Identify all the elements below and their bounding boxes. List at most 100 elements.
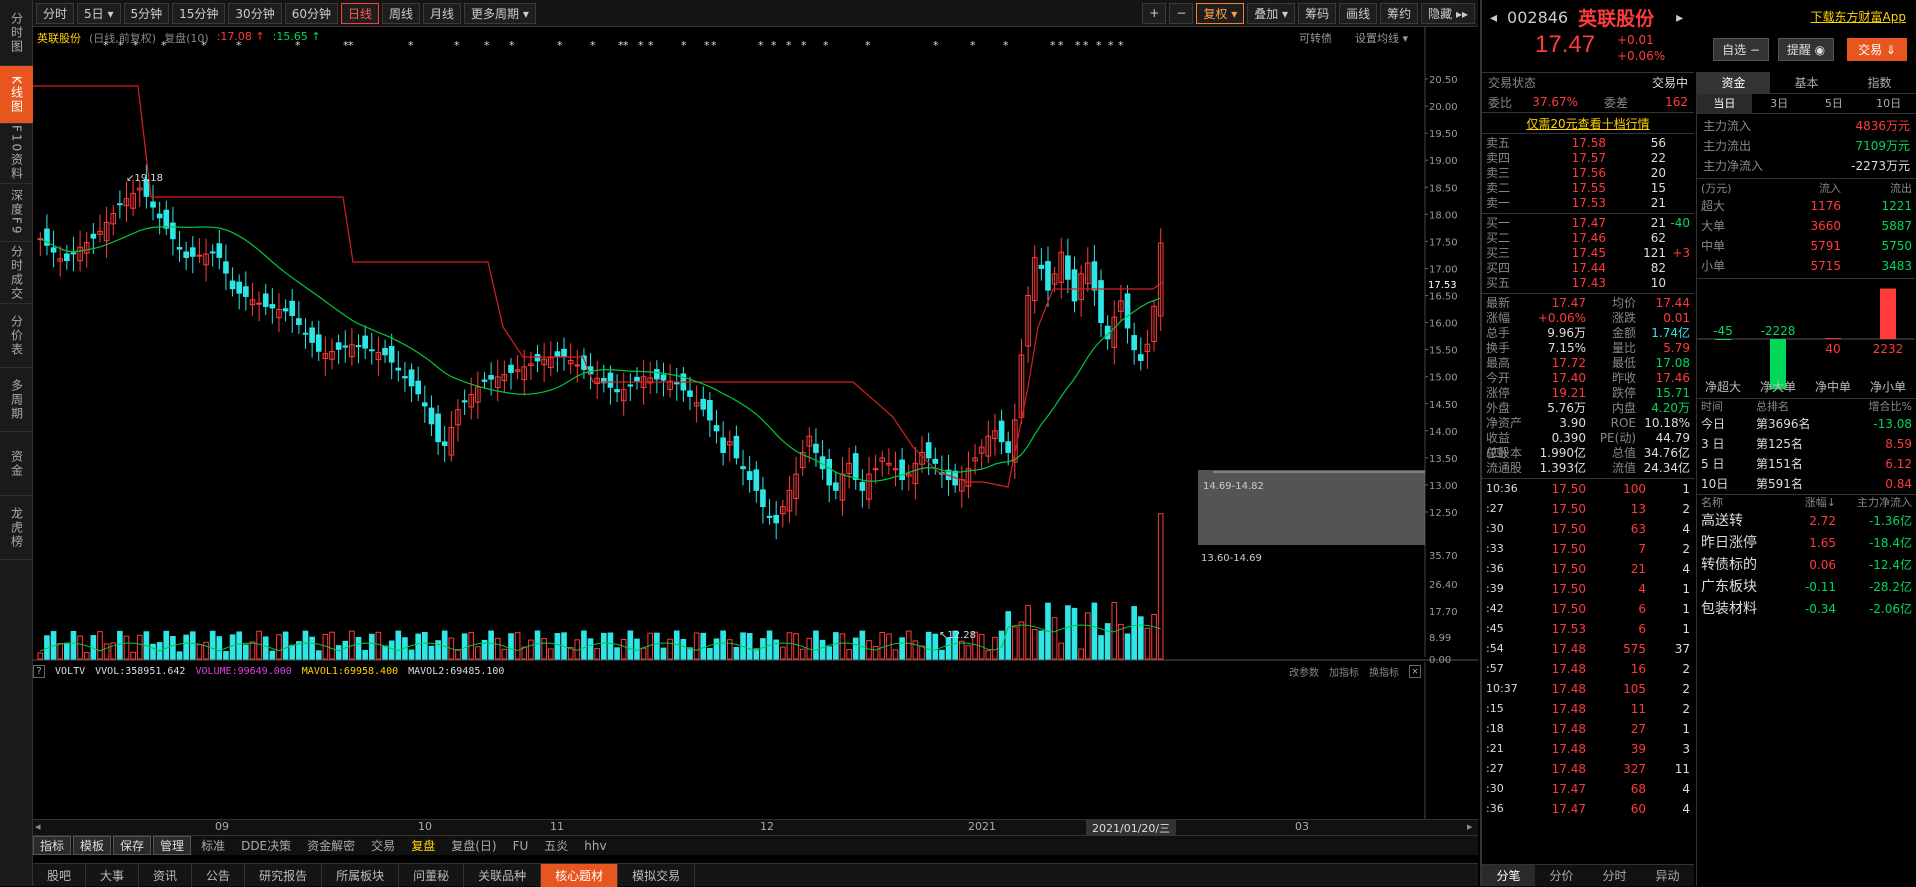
fund-tab-fund[interactable]: 资金 bbox=[1697, 72, 1770, 93]
subtab-3d[interactable]: 3日 bbox=[1752, 94, 1807, 113]
scroll-right-icon[interactable]: ▸ bbox=[1467, 820, 1473, 833]
period-15min[interactable]: 15分钟 bbox=[172, 2, 226, 24]
period-5day[interactable]: 5日 ▾ bbox=[77, 2, 121, 24]
nav-trades[interactable]: 分时成交 bbox=[0, 242, 33, 304]
period-daily[interactable]: 日线 bbox=[340, 2, 379, 24]
tab-guba[interactable]: 股吧 bbox=[33, 864, 87, 887]
period-5min[interactable]: 5分钟 bbox=[123, 2, 170, 24]
tick-tab-alerts[interactable]: 异动 bbox=[1641, 865, 1694, 886]
switch-indicator-button[interactable]: 换指标 bbox=[1369, 664, 1399, 679]
next-stock-icon[interactable]: ▸ bbox=[1676, 10, 1683, 26]
draw-button[interactable]: 画线 bbox=[1339, 2, 1378, 24]
concept-row[interactable]: 转债标的 0.06 -12.4亿 bbox=[1697, 554, 1916, 576]
candle-body bbox=[315, 334, 322, 352]
tick-tab-trades[interactable]: 分笔 bbox=[1482, 865, 1535, 886]
tick-price: 17.50 bbox=[1551, 482, 1586, 496]
ind-fund-decode[interactable]: 资金解密 bbox=[299, 837, 363, 854]
ind-fupan-day[interactable]: 复盘(日) bbox=[443, 837, 504, 854]
kline-svg[interactable]: * * * * * * * * * * * * * * * * * * * * * * * * * * * * * * * * * * * * * * 2… bbox=[33, 27, 1478, 823]
help-icon[interactable]: ? bbox=[33, 664, 46, 678]
add-indicator-button[interactable]: 加指标 bbox=[1329, 664, 1359, 679]
alert-button[interactable]: 提醒 ◉ bbox=[1778, 38, 1834, 61]
subtab-today[interactable]: 当日 bbox=[1697, 94, 1752, 113]
price-axis-label: 15.50 bbox=[1429, 346, 1458, 357]
period-intraday[interactable]: 分时 bbox=[36, 2, 75, 24]
indicator-button[interactable]: 指标 bbox=[33, 836, 72, 855]
tab-announcements[interactable]: 公告 bbox=[192, 864, 246, 887]
manage-button[interactable]: 管理 bbox=[153, 836, 192, 855]
concept-name: 高送转 bbox=[1701, 513, 1743, 529]
ind-fupan[interactable]: 复盘 bbox=[403, 837, 443, 854]
tick-tab-price[interactable]: 分价 bbox=[1535, 865, 1588, 886]
tab-news[interactable]: 资讯 bbox=[139, 864, 193, 887]
period-60min[interactable]: 60分钟 bbox=[284, 2, 338, 24]
concept-row[interactable]: 高送转 2.72 -1.36亿 bbox=[1697, 510, 1916, 532]
ind-hhv[interactable]: hhv bbox=[576, 839, 614, 853]
prev-stock-icon[interactable]: ◂ bbox=[1490, 10, 1497, 26]
tab-related[interactable]: 关联品种 bbox=[464, 864, 542, 887]
period-30min[interactable]: 30分钟 bbox=[228, 2, 282, 24]
save-button[interactable]: 保存 bbox=[113, 836, 152, 855]
trade-button[interactable]: 交易 ⇓ bbox=[1847, 38, 1907, 61]
period-more[interactable]: 更多周期 ▾ bbox=[464, 2, 536, 24]
nav-f10[interactable]: F10资料 bbox=[0, 124, 33, 184]
ind-trade[interactable]: 交易 bbox=[363, 837, 403, 854]
kline-chart-area[interactable]: * * * * * * * * * * * * * * * * * * * * * * * * * * * * * * * * * * * * * * 2… bbox=[33, 27, 1478, 835]
close-icon[interactable]: ✕ bbox=[1408, 664, 1421, 678]
nav-kline[interactable]: K线图 bbox=[0, 66, 33, 124]
ind-dde[interactable]: DDE决策 bbox=[233, 837, 299, 854]
ind-standard[interactable]: 标准 bbox=[193, 837, 233, 854]
hide-button[interactable]: 隐藏 ▸▸ bbox=[1421, 2, 1475, 24]
rank-change: -13.08 bbox=[1873, 417, 1912, 431]
tick-tab-intraday[interactable]: 分时 bbox=[1588, 865, 1641, 886]
candle-body bbox=[1137, 354, 1144, 361]
nav-intraday[interactable]: 分时图 bbox=[0, 0, 33, 66]
mavol1-value: MAVOL1:69958.400 bbox=[301, 665, 399, 677]
nav-dragon-tiger[interactable]: 龙虎榜 bbox=[0, 496, 33, 560]
convertible-label[interactable]: 可转债 bbox=[1299, 30, 1332, 46]
ind-fu[interactable]: FU bbox=[505, 839, 537, 853]
ma-settings[interactable]: 设置均线 ▾ bbox=[1355, 30, 1408, 46]
concept-row[interactable]: 昨日涨停 1.65 -18.4亿 bbox=[1697, 532, 1916, 554]
tab-ask-secretary[interactable]: 问董秘 bbox=[399, 864, 465, 887]
nav-fund[interactable]: 资金 bbox=[0, 432, 33, 496]
zoom-out-button[interactable]: − bbox=[1169, 2, 1194, 24]
concept-row[interactable]: 广东板块 -0.11 -28.2亿 bbox=[1697, 576, 1916, 598]
tab-sim-trade[interactable]: 模拟交易 bbox=[618, 864, 696, 887]
tab-events[interactable]: 大事 bbox=[86, 864, 140, 887]
chips-button[interactable]: 筹码 bbox=[1298, 2, 1337, 24]
edit-params-button[interactable]: 改参数 bbox=[1289, 664, 1319, 679]
nav-price-dist[interactable]: 分价表 bbox=[0, 304, 33, 368]
subtab-10d[interactable]: 10日 bbox=[1861, 94, 1916, 113]
net-label: 主力净流入 bbox=[1703, 159, 1764, 173]
tab-sectors[interactable]: 所属板块 bbox=[322, 864, 400, 887]
tab-research[interactable]: 研究报告 bbox=[245, 864, 323, 887]
tab-core-themes[interactable]: 核心题材 bbox=[541, 864, 619, 887]
adjust-button[interactable]: 复权 ▾ bbox=[1196, 2, 1245, 24]
volume-header: ? VOLTV VVOL:358951.642 VOLUME:99649.000… bbox=[33, 663, 1425, 679]
fund-tab-index[interactable]: 指数 bbox=[1843, 72, 1916, 93]
fund-tab-basic[interactable]: 基本 bbox=[1770, 72, 1843, 93]
level-volume: 20 bbox=[1650, 166, 1666, 180]
candle-body bbox=[833, 482, 839, 491]
template-button[interactable]: 模板 bbox=[73, 836, 112, 855]
nav-depth[interactable]: 深度F9 bbox=[0, 184, 33, 242]
subtab-5d[interactable]: 5日 bbox=[1807, 94, 1862, 113]
concept-row[interactable]: 包装材料 -0.34 -2.06亿 bbox=[1697, 598, 1916, 620]
volume-bar bbox=[992, 636, 998, 660]
level-label: 买五 bbox=[1486, 276, 1511, 290]
download-app-link[interactable]: 下载东方财富App bbox=[1811, 8, 1906, 25]
promo-link[interactable]: 仅需20元查看十档行情 bbox=[1482, 112, 1694, 134]
period-weekly[interactable]: 周线 bbox=[382, 2, 421, 24]
scroll-left-icon[interactable]: ◂ bbox=[35, 820, 41, 833]
zoom-in-button[interactable]: + bbox=[1142, 2, 1167, 24]
ind-wuyan[interactable]: 五炎 bbox=[536, 837, 576, 854]
star-marker: * bbox=[801, 39, 807, 52]
nav-multi-period[interactable]: 多周期 bbox=[0, 368, 33, 432]
overlay-button[interactable]: 叠加 ▾ bbox=[1247, 2, 1296, 24]
watchlist-button[interactable]: 自选 − bbox=[1713, 38, 1769, 61]
chips2-button[interactable]: 筹约 bbox=[1380, 2, 1419, 24]
level-label: 卖一 bbox=[1486, 196, 1511, 210]
period-monthly[interactable]: 月线 bbox=[423, 2, 462, 24]
tick-price: 17.48 bbox=[1551, 762, 1586, 776]
